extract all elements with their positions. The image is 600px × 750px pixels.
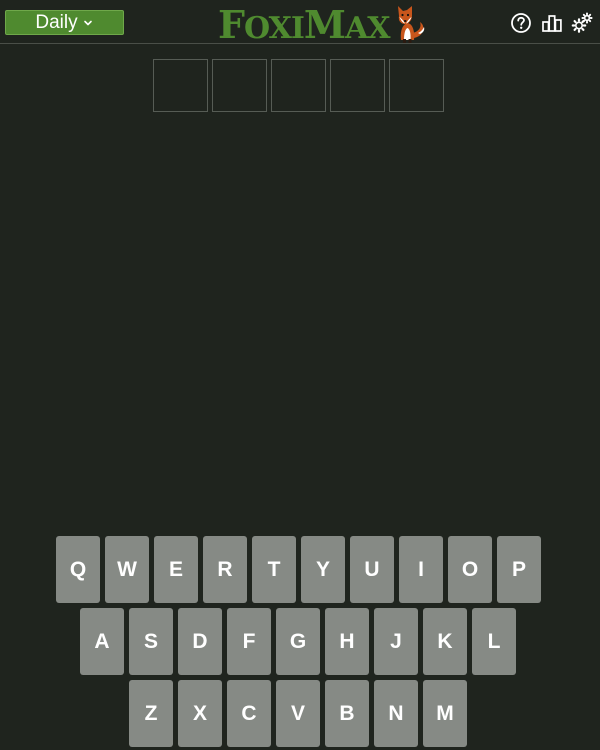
key-a[interactable]: A	[80, 608, 124, 675]
key-q[interactable]: Q	[56, 536, 100, 603]
header: Daily F OXI M AX	[0, 0, 600, 44]
key-p[interactable]: P	[497, 536, 541, 603]
keyboard-row-1: Q W E R T Y U I O P	[56, 536, 541, 603]
key-h[interactable]: H	[325, 608, 369, 675]
key-n[interactable]: N	[374, 680, 418, 747]
key-l[interactable]: L	[472, 608, 516, 675]
key-j[interactable]: J	[374, 608, 418, 675]
help-icon[interactable]	[510, 12, 532, 34]
key-z[interactable]: Z	[129, 680, 173, 747]
key-u[interactable]: U	[350, 536, 394, 603]
logo-text-part: AX	[344, 11, 391, 46]
key-o[interactable]: O	[448, 536, 492, 603]
leaderboard-icon[interactable]	[541, 12, 563, 34]
key-r[interactable]: R	[203, 536, 247, 603]
key-e[interactable]: E	[154, 536, 198, 603]
logo-text-part: M	[303, 2, 346, 47]
letter-tile	[330, 59, 385, 112]
logo-text-part: F	[218, 2, 245, 47]
keyboard-row-3: Z X C V B N M	[129, 680, 467, 747]
letter-tile	[153, 59, 208, 112]
key-g[interactable]: G	[276, 608, 320, 675]
key-v[interactable]: V	[276, 680, 320, 747]
letter-tile	[212, 59, 267, 112]
settings-gears-icon[interactable]	[571, 12, 593, 34]
mode-label: Daily	[35, 11, 78, 33]
logo: F OXI M AX	[218, 2, 426, 44]
mode-dropdown-button[interactable]: Daily	[5, 10, 124, 35]
key-c[interactable]: C	[227, 680, 271, 747]
key-t[interactable]: T	[252, 536, 296, 603]
key-f[interactable]: F	[227, 608, 271, 675]
key-i[interactable]: I	[399, 536, 443, 603]
key-d[interactable]: D	[178, 608, 222, 675]
key-w[interactable]: W	[105, 536, 149, 603]
game-page: Daily F OXI M AX Q W E R T Y U I O P A S…	[0, 0, 600, 750]
key-s[interactable]: S	[129, 608, 173, 675]
logo-text: F OXI M AX	[218, 2, 391, 47]
keyboard-row-2: A S D F G H J K L	[80, 608, 516, 675]
key-m[interactable]: M	[423, 680, 467, 747]
letter-tile	[271, 59, 326, 112]
logo-text-part: OXI	[243, 11, 305, 46]
key-k[interactable]: K	[423, 608, 467, 675]
chevron-down-icon	[83, 20, 92, 25]
key-b[interactable]: B	[325, 680, 369, 747]
guess-row	[153, 59, 444, 112]
letter-tile	[389, 59, 444, 112]
fox-mascot-icon	[397, 6, 424, 43]
key-x[interactable]: X	[178, 680, 222, 747]
key-y[interactable]: Y	[301, 536, 345, 603]
